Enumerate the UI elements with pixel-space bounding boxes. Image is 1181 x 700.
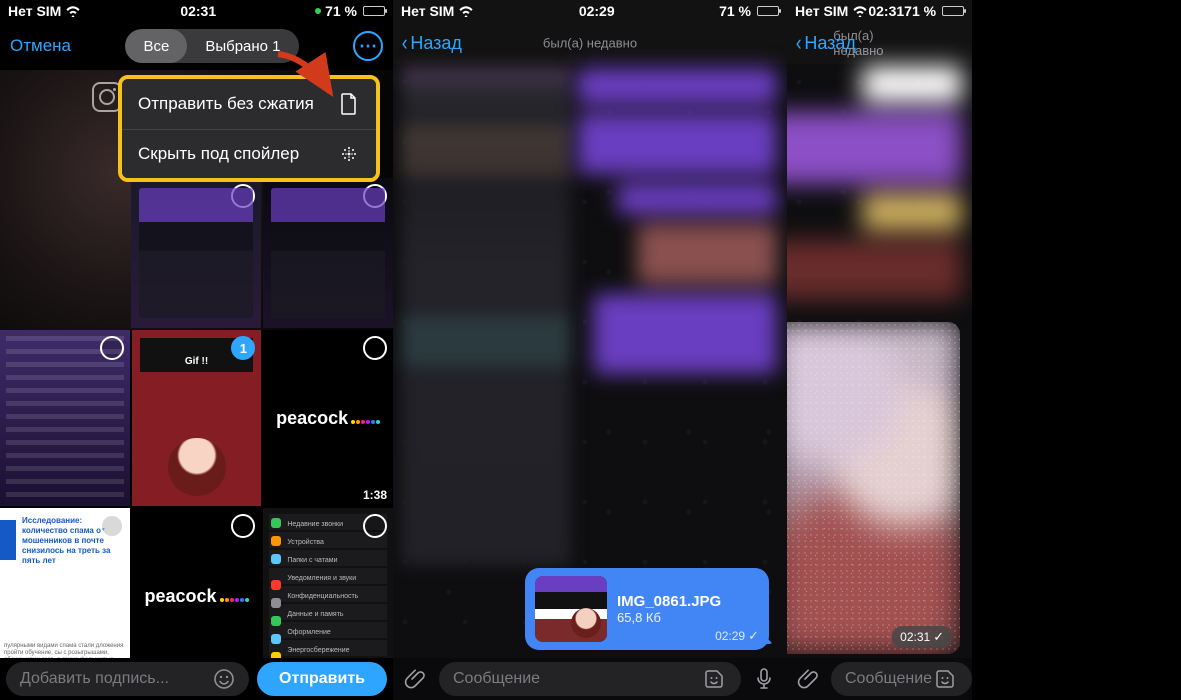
sent-check-icon: ✓ xyxy=(748,628,759,644)
carrier-text: Нет SIM xyxy=(8,3,61,19)
peacock-logo: peacock xyxy=(276,408,380,429)
carrier-text: Нет SIM xyxy=(401,3,454,19)
spoiler-dots-icon xyxy=(338,144,360,164)
thumb-screenshot[interactable] xyxy=(0,330,130,506)
activity-dot-icon xyxy=(315,8,321,14)
blurred-messages xyxy=(787,66,962,302)
chevron-left-icon: ‹ xyxy=(402,32,408,54)
sent-check-icon: ✓ xyxy=(933,629,944,645)
option-label: Отправить без сжатия xyxy=(138,94,314,114)
sticker-icon[interactable] xyxy=(701,666,727,692)
cancel-button[interactable]: Отмена xyxy=(10,36,71,56)
more-button[interactable]: ⋯ xyxy=(353,31,383,61)
select-circle[interactable] xyxy=(363,336,387,360)
attach-icon[interactable] xyxy=(403,666,429,692)
peacock-logo: peacock xyxy=(144,586,248,607)
select-circle[interactable] xyxy=(100,336,124,360)
message-placeholder: Сообщение xyxy=(845,670,932,688)
spoiler-image-bubble[interactable]: 02:31 ✓ xyxy=(787,322,960,654)
thumb-gif[interactable]: Gif !! 1 xyxy=(132,330,262,506)
select-circle-selected[interactable]: 1 xyxy=(231,336,255,360)
battery-icon xyxy=(363,6,385,16)
message-input[interactable]: Сообщение xyxy=(439,662,741,696)
emoji-icon[interactable] xyxy=(213,668,235,690)
blurred-messages xyxy=(577,68,777,568)
thumb-video[interactable]: peacock 1:38 xyxy=(263,330,393,506)
select-circle[interactable] xyxy=(100,514,124,538)
filter-segment[interactable]: Все Выбрано 1 xyxy=(125,29,298,63)
back-label: Назад xyxy=(410,33,462,54)
message-time: 02:29 ✓ xyxy=(715,628,759,644)
wifi-icon xyxy=(65,5,81,17)
send-button[interactable]: Отправить xyxy=(257,662,387,696)
settings-labels: Недавние звонки Устройства Папки с чатам… xyxy=(287,516,358,660)
context-popover: Отправить без сжатия Скрыть под спойлер xyxy=(118,75,380,182)
file-thumbnail xyxy=(535,576,607,642)
file-size: 65,8 Кб xyxy=(617,610,759,625)
chevron-left-icon: ‹ xyxy=(796,32,802,54)
status-bar: Нет SIM 02:31 71 % xyxy=(787,0,972,22)
last-seen: был(а) недавно xyxy=(833,28,926,58)
document-icon xyxy=(338,93,360,115)
wifi-icon xyxy=(458,5,474,17)
wifi-icon xyxy=(852,5,868,17)
gif-label: Gif !! xyxy=(185,356,208,367)
select-circle[interactable] xyxy=(363,184,387,208)
caption-placeholder: Добавить подпись... xyxy=(20,670,169,688)
send-uncompressed-option[interactable]: Отправить без сжатия xyxy=(122,79,376,129)
battery-icon xyxy=(942,6,964,16)
select-circle[interactable] xyxy=(363,514,387,538)
clock: 02:31 xyxy=(180,3,216,19)
video-duration: 1:38 xyxy=(363,488,387,502)
message-file-bubble[interactable]: IMG_0861.JPG 65,8 Кб 02:29 ✓ xyxy=(525,568,769,650)
last-seen: был(а) недавно xyxy=(543,36,637,51)
message-placeholder: Сообщение xyxy=(453,670,540,688)
status-bar: Нет SIM 02:31 71 % xyxy=(0,0,393,22)
status-bar: Нет SIM 02:29 71 % xyxy=(393,0,787,22)
thumb-screenshot[interactable] xyxy=(263,178,393,328)
back-button[interactable]: ‹ Назад xyxy=(401,32,462,54)
battery-icon xyxy=(757,6,779,16)
message-input[interactable]: Сообщение xyxy=(831,662,972,696)
microphone-icon[interactable] xyxy=(751,666,777,692)
hide-spoiler-option[interactable]: Скрыть под спойлер xyxy=(122,129,376,178)
caption-input[interactable]: Добавить подпись... xyxy=(6,662,249,696)
option-label: Скрыть под спойлер xyxy=(138,144,299,164)
battery-text: 71 % xyxy=(904,3,936,19)
file-name: IMG_0861.JPG xyxy=(617,593,759,610)
clock: 02:29 xyxy=(579,3,615,19)
attach-icon[interactable] xyxy=(797,666,821,692)
spoiler-sparkle-icon xyxy=(787,322,960,654)
battery-text: 71 % xyxy=(325,3,357,19)
thumb-screenshot[interactable] xyxy=(131,178,261,328)
carrier-text: Нет SIM xyxy=(795,3,848,19)
segment-all[interactable]: Все xyxy=(125,29,187,63)
battery-text: 71 % xyxy=(719,3,751,19)
select-circle[interactable] xyxy=(231,514,255,538)
clock: 02:31 xyxy=(868,3,904,19)
segment-selected[interactable]: Выбрано 1 xyxy=(187,29,298,63)
select-circle[interactable] xyxy=(231,184,255,208)
blurred-chat-list xyxy=(401,66,571,566)
sticker-icon[interactable] xyxy=(932,666,958,692)
message-time: 02:31 ✓ xyxy=(892,626,952,648)
